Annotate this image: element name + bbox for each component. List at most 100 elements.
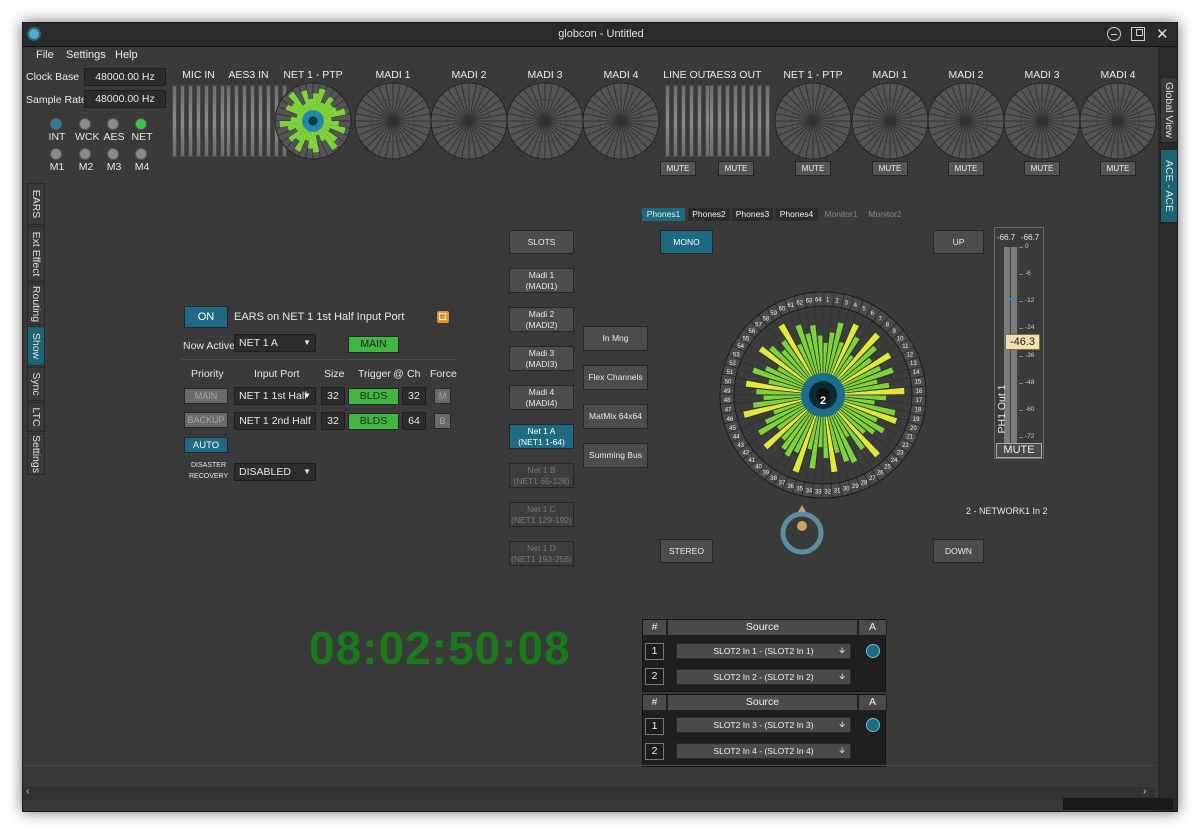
assign-indicator[interactable]: [866, 644, 880, 658]
dial-channel-number[interactable]: 53: [733, 352, 740, 358]
source-select[interactable]: SLOT2 In 4 - (SLOT2 In 4) 🡫: [676, 743, 851, 759]
dial-channel-number[interactable]: 15: [915, 379, 922, 385]
tab-settings[interactable]: Settings: [27, 433, 45, 475]
dial-channel-number[interactable]: 39: [762, 471, 769, 477]
source-select[interactable]: SLOT2 In 3 - (SLOT2 In 3) 🡫: [676, 717, 851, 733]
dial-channel-number[interactable]: 29: [852, 484, 859, 490]
input-port-value-2[interactable]: NET 1 2nd Half: [234, 412, 316, 430]
tab-sync[interactable]: Sync: [27, 367, 45, 401]
force-main-button[interactable]: M: [434, 388, 451, 404]
now-active-select[interactable]: NET 1 A ▼: [234, 334, 316, 352]
size-value-1[interactable]: 32: [321, 387, 345, 405]
mute-button[interactable]: MUTE: [948, 161, 984, 176]
dial-channel-number[interactable]: 35: [796, 487, 803, 493]
menu-help[interactable]: Help: [115, 49, 138, 61]
minimize-icon[interactable]: [1107, 27, 1121, 41]
trigger-1[interactable]: BLDS: [348, 388, 399, 405]
dial-channel-number[interactable]: 30: [843, 487, 850, 493]
dial-channel-number[interactable]: 43: [737, 443, 744, 449]
dial-channel-number[interactable]: 23: [897, 451, 904, 457]
sync-m1-indicator[interactable]: [50, 148, 62, 160]
ch-value-1[interactable]: 32: [402, 387, 426, 405]
sync-m2-indicator[interactable]: [79, 148, 91, 160]
slot-button[interactable]: Madi 4 (MADI4): [509, 385, 574, 410]
tab-ext-effect[interactable]: Ext Effect: [27, 226, 45, 282]
dial-channel-number[interactable]: 37: [779, 480, 786, 486]
trigger-2[interactable]: BLDS: [348, 413, 399, 430]
disaster-recovery-select[interactable]: DISABLED ▼: [234, 463, 316, 481]
ears-on-button[interactable]: ON: [184, 306, 228, 328]
up-button[interactable]: UP: [933, 230, 984, 254]
source-select[interactable]: SLOT2 In 1 - (SLOT2 In 1) 🡫: [676, 643, 851, 659]
fader-handle[interactable]: -46.3: [1005, 334, 1040, 350]
dial-channel-number[interactable]: 27: [869, 476, 876, 482]
sync-wck-indicator[interactable]: [79, 118, 91, 130]
side-button[interactable]: MatMix 64x64: [583, 404, 648, 429]
force-backup-button[interactable]: B: [434, 413, 451, 429]
mute-button[interactable]: MUTE: [1100, 161, 1136, 176]
dial-channel-number[interactable]: 25: [884, 465, 891, 471]
edit-icon[interactable]: [437, 311, 449, 323]
assign-indicator[interactable]: [866, 718, 880, 732]
side-button[interactable]: Summing Bus: [583, 443, 648, 468]
dial-channel-number[interactable]: 12: [906, 352, 913, 358]
menu-settings[interactable]: Settings: [66, 49, 106, 61]
dial-channel-number[interactable]: 18: [915, 408, 922, 414]
horizontal-scrollbar[interactable]: ‹ ›: [23, 786, 1155, 800]
slot-button[interactable]: Net 1 D (NET1 193-256): [509, 541, 574, 566]
dial-channel-number[interactable]: 16: [916, 389, 923, 395]
mute-button[interactable]: MUTE: [1024, 161, 1060, 176]
slot-button[interactable]: Net 1 A (NET1 1-64): [509, 424, 574, 449]
dial-channel-number[interactable]: 56: [749, 329, 756, 335]
dial-channel-number[interactable]: 11: [902, 344, 909, 350]
sync-int-indicator[interactable]: [50, 118, 62, 130]
dial-channel-number[interactable]: 22: [902, 443, 909, 449]
dial-channel-number[interactable]: 47: [725, 408, 732, 414]
dial-channel-number[interactable]: 40: [755, 465, 762, 471]
dial-channel-number[interactable]: 19: [913, 417, 920, 423]
dial-channel-number[interactable]: 54: [737, 344, 744, 350]
tab-ace[interactable]: ACE - ACE: [1160, 149, 1177, 223]
priority-main[interactable]: MAIN: [184, 388, 228, 404]
dial-channel-number[interactable]: 21: [906, 435, 913, 441]
maximize-icon[interactable]: [1131, 27, 1145, 41]
dial-channel-number[interactable]: 42: [743, 451, 750, 457]
dial-channel-number[interactable]: 45: [729, 426, 736, 432]
stereo-button[interactable]: STEREO: [660, 539, 713, 563]
dial-channel-number[interactable]: 64: [815, 298, 822, 304]
dial-channel-number[interactable]: 50: [725, 379, 732, 385]
dial-channel-number[interactable]: 59: [770, 311, 777, 317]
dial-channel-number[interactable]: 32: [824, 489, 831, 495]
dial-channel-number[interactable]: 51: [727, 370, 734, 376]
sync-aes-indicator[interactable]: [107, 118, 119, 130]
priority-backup[interactable]: BACKUP: [184, 412, 228, 428]
scroll-left-icon[interactable]: ‹: [26, 786, 29, 797]
side-button[interactable]: Flex Channels: [583, 365, 648, 390]
auto-button[interactable]: AUTO: [184, 437, 228, 453]
dial-channel-number[interactable]: 52: [729, 361, 736, 367]
slot-button[interactable]: Net 1 B (NET1 65-128): [509, 463, 574, 488]
dial-channel-number[interactable]: 13: [910, 361, 917, 367]
dial-channel-number[interactable]: 34: [806, 488, 813, 494]
mute-button[interactable]: MUTE: [795, 161, 831, 176]
dial-channel-number[interactable]: 44: [733, 435, 740, 441]
dial-channel-number[interactable]: 41: [749, 458, 756, 464]
dial-channel-number[interactable]: 24: [891, 458, 898, 464]
side-button[interactable]: In Mng: [583, 326, 648, 351]
fader-mute-button[interactable]: MUTE: [996, 443, 1042, 458]
dial-channel-number[interactable]: 46: [727, 417, 734, 423]
tab-ears[interactable]: EARS: [27, 183, 45, 225]
monitor-tab[interactable]: Phones3: [732, 208, 773, 221]
dial-channel-number[interactable]: 57: [755, 322, 762, 328]
mute-button[interactable]: MUTE: [872, 161, 908, 176]
sync-net-indicator[interactable]: [135, 118, 147, 130]
dial-channel-number[interactable]: 31: [834, 488, 841, 494]
volume-knob[interactable]: [777, 503, 827, 555]
scroll-right-icon[interactable]: ›: [1143, 786, 1146, 797]
down-button[interactable]: DOWN: [933, 539, 984, 563]
tab-show[interactable]: Show: [27, 326, 45, 366]
tab-ltc[interactable]: LTC: [27, 402, 45, 432]
dial-channel-number[interactable]: 48: [724, 398, 731, 404]
sync-m4-indicator[interactable]: [135, 148, 147, 160]
dial-channel-number[interactable]: 33: [815, 489, 822, 495]
